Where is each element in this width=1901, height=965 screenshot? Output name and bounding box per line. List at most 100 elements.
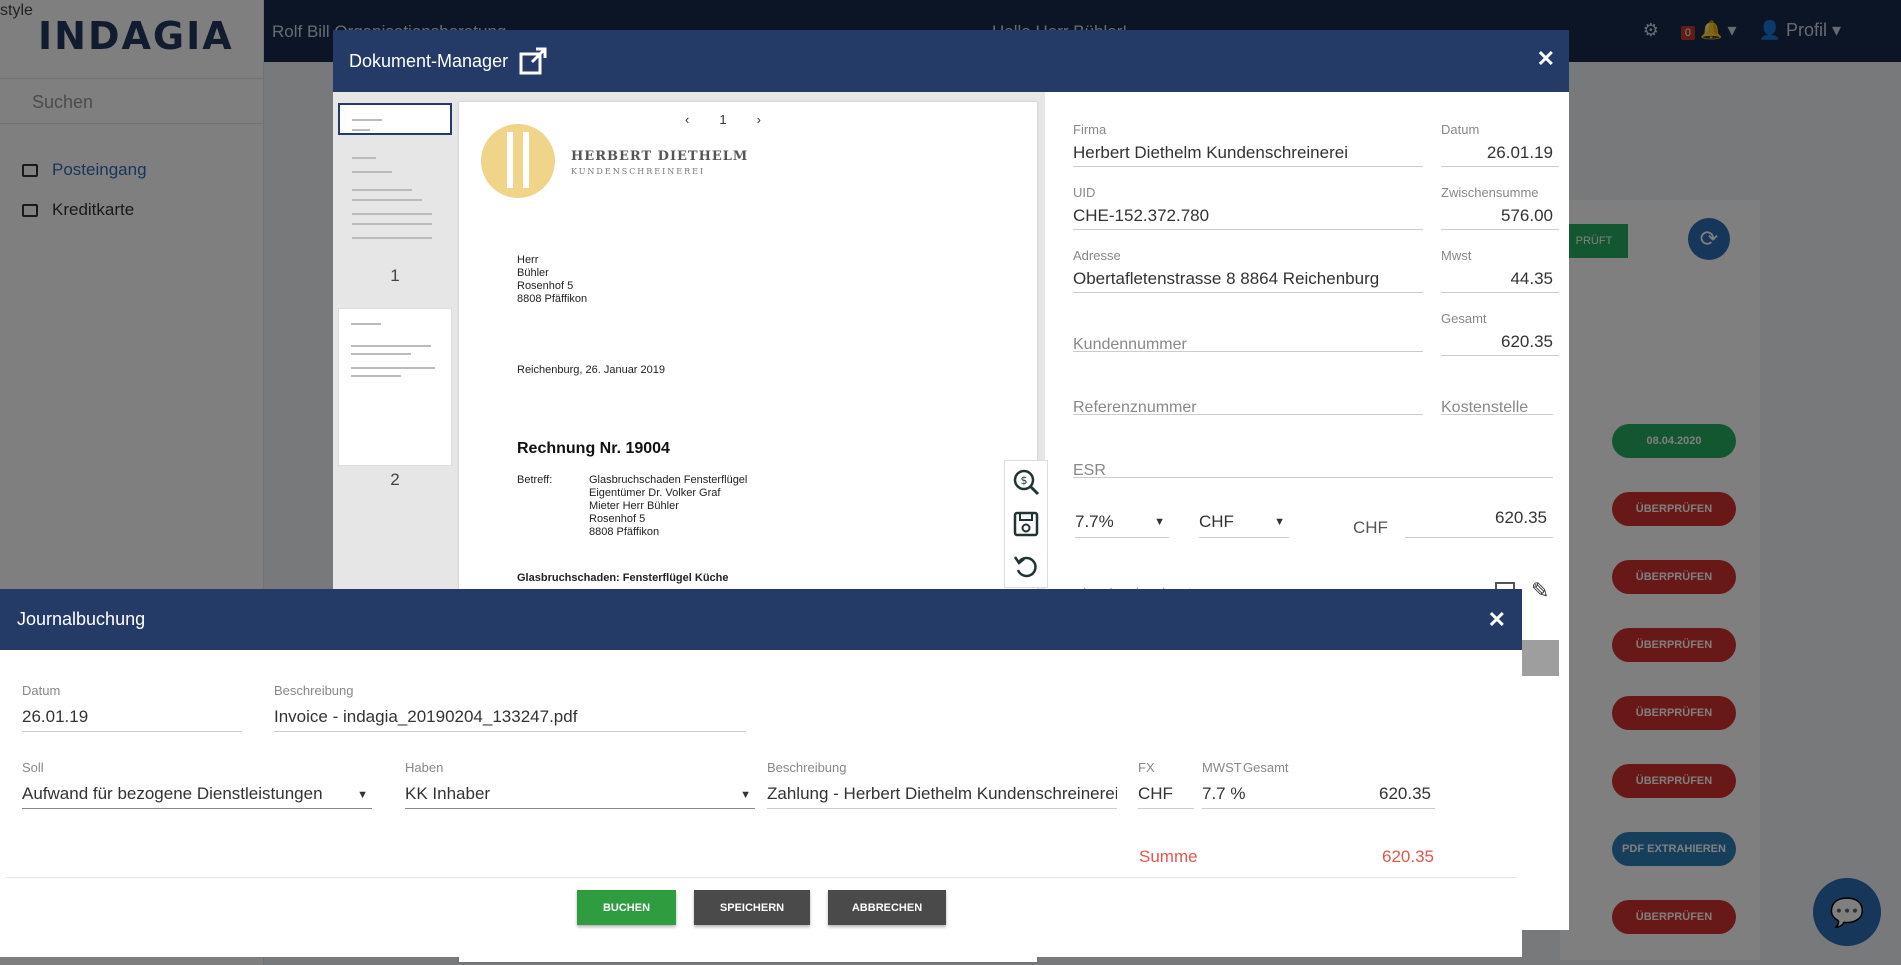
currency-value: CHF <box>1199 512 1234 531</box>
thumbnail-number: 2 <box>390 470 400 489</box>
mwst-field[interactable]: Mwst 44.35 <box>1441 248 1559 293</box>
kostenstelle-input[interactable]: Kostenstelle <box>1441 385 1553 416</box>
current-page: 1 <box>719 112 727 127</box>
currency-select[interactable]: CHF ▼ <box>1199 506 1289 538</box>
journalbuchung-header: Journalbuchung ✕ <box>0 589 1522 650</box>
field-label: Soll <box>22 760 44 775</box>
pencil-icon[interactable]: ✎ <box>1531 578 1549 604</box>
document-footer-line: Glasbruchschaden: Fensterflügel Küche <box>517 572 729 584</box>
journalbuchung-modal: Journalbuchung ✕ Datum 26.01.19 Beschrei… <box>0 589 1522 957</box>
modal-title: Journalbuchung <box>17 609 146 629</box>
abbrechen-button[interactable]: ABBRECHEN <box>828 890 946 925</box>
soll-value: Aufwand für bezogene Dienstleistungen <box>22 784 323 803</box>
esr-input[interactable]: ESR <box>1073 448 1553 479</box>
gesamt-field[interactable]: Gesamt 620.35 <box>1243 760 1435 809</box>
close-icon[interactable]: ✕ <box>1488 607 1506 633</box>
field-label: Beschreibung <box>767 760 847 775</box>
divider <box>6 877 1516 878</box>
beschreibung-field[interactable]: Beschreibung Zahlung - Herbert Diethelm … <box>767 760 1117 809</box>
modal-title: Dokument-Manager <box>349 50 509 71</box>
firma-field[interactable]: Firma Herbert Diethelm Kundenschreinerei <box>1073 122 1423 167</box>
thumbnail-number: 1 <box>390 266 400 285</box>
field-label: Haben <box>405 760 444 775</box>
kundennummer-field[interactable]: Kundennummer <box>1073 322 1423 353</box>
firma-input[interactable]: Herbert Diethelm Kundenschreinerei <box>1073 137 1423 167</box>
vat-rate-select[interactable]: 7.7% ▼ <box>1075 506 1169 538</box>
soll-select[interactable]: Aufwand für bezogene Dienstleistungen ▼ <box>22 775 372 809</box>
summe-value: 620.35 <box>1382 847 1434 866</box>
document-recipient: Herr Bühler Rosenhof 5 8808 Pfäffikon <box>517 254 588 305</box>
haben-select[interactable]: KK Inhaber ▼ <box>405 775 755 809</box>
haben-field[interactable]: Haben KK Inhaber ▼ <box>405 760 755 809</box>
external-link-icon[interactable] <box>518 46 548 76</box>
field-label: Beschreibung <box>274 683 354 698</box>
vat-rate-value: 7.7% <box>1075 512 1114 531</box>
uid-field[interactable]: UID CHE-152.372.780 <box>1073 185 1423 230</box>
datum-field[interactable]: Datum 26.01.19 <box>1441 122 1559 167</box>
haben-value: KK Inhaber <box>405 784 491 803</box>
field-label: Datum <box>22 683 61 698</box>
datum-input[interactable]: 26.01.19 <box>1441 137 1559 167</box>
company-logo-mark <box>507 132 529 188</box>
zwischensumme-input[interactable]: 576.00 <box>1441 200 1559 230</box>
invoice-title: Rechnung Nr. 19004 <box>517 440 670 457</box>
zwischensumme-field[interactable]: Zwischensumme 576.00 <box>1441 185 1559 230</box>
field-label: Mwst <box>1441 248 1472 263</box>
chevron-down-icon: ▼ <box>357 789 368 801</box>
field-label: Datum <box>1441 122 1480 137</box>
document-company-subtitle: KUNDENSCHREINEREI <box>571 167 706 176</box>
mwst-input[interactable]: 44.35 <box>1441 263 1559 293</box>
beschreibung-input[interactable]: Zahlung - Herbert Diethelm Kundenschrein… <box>767 775 1117 809</box>
undo-icon[interactable] <box>1012 552 1040 580</box>
save-icon[interactable] <box>1012 510 1040 538</box>
document-company-name: HERBERT DIETHELM <box>571 149 749 164</box>
page-navigation: ‹ 1 › <box>685 112 761 127</box>
datum-field[interactable]: Datum 26.01.19 <box>22 683 242 732</box>
esr-field[interactable]: ESR <box>1073 448 1553 479</box>
prev-page-button[interactable]: ‹ <box>685 112 689 127</box>
amount-field[interactable]: 620.35 <box>1405 502 1553 538</box>
page-thumbnail[interactable] <box>338 103 452 239</box>
field-label: Zwischensumme <box>1441 185 1539 200</box>
gesamt-field[interactable]: Gesamt 620.35 <box>1441 311 1559 356</box>
field-label: FX <box>1138 760 1155 775</box>
beschreibung-top-field[interactable]: Beschreibung Invoice - indagia_20190204_… <box>274 683 746 732</box>
referenznummer-field[interactable]: Referenznummer <box>1073 385 1423 416</box>
page-thumbnail[interactable] <box>338 308 452 466</box>
amount-currency-label: CHF <box>1353 518 1388 537</box>
document-betreff-label: Betreff: <box>517 474 553 486</box>
buchen-button[interactable]: BUCHEN <box>577 890 676 925</box>
fx-field[interactable]: FX CHF <box>1138 760 1194 809</box>
adresse-input[interactable]: Obertafletenstrasse 8 8864 Reichenburg <box>1073 263 1423 293</box>
adresse-field[interactable]: Adresse Obertafletenstrasse 8 8864 Reich… <box>1073 248 1423 293</box>
summe-label: Summe <box>1139 847 1198 866</box>
referenznummer-input[interactable]: Referenznummer <box>1073 385 1423 416</box>
gesamt-input[interactable]: 620.35 <box>1441 326 1559 356</box>
beschreibung-top-input[interactable]: Invoice - indagia_20190204_133247.pdf <box>274 698 746 732</box>
amount-input[interactable]: 620.35 <box>1405 502 1553 538</box>
speichern-button[interactable]: SPEICHERN <box>694 890 810 925</box>
zoom-money-icon[interactable]: $ <box>1012 468 1040 496</box>
gesamt-input[interactable]: 620.35 <box>1243 775 1435 809</box>
field-label: Firma <box>1073 122 1107 137</box>
document-manager-header: Dokument-Manager ✕ <box>333 30 1569 92</box>
field-label: Gesamt <box>1441 311 1487 326</box>
kostenstelle-field[interactable]: Kostenstelle <box>1441 385 1553 416</box>
datum-input[interactable]: 26.01.19 <box>22 698 242 732</box>
fx-input[interactable]: CHF <box>1138 775 1194 809</box>
document-tools: $ <box>1004 460 1048 588</box>
svg-text:$: $ <box>1021 474 1028 487</box>
kundennummer-input[interactable]: Kundennummer <box>1073 322 1423 353</box>
chevron-down-icon: ▼ <box>1274 516 1285 528</box>
field-label: UID <box>1073 185 1096 200</box>
chevron-down-icon: ▼ <box>1154 516 1165 528</box>
uid-input[interactable]: CHE-152.372.780 <box>1073 200 1423 230</box>
document-betreff-text: Glasbruchschaden Fensterflügel Eigentüme… <box>589 474 748 538</box>
close-icon[interactable]: ✕ <box>1537 46 1555 72</box>
next-page-button[interactable]: › <box>757 112 761 127</box>
chevron-down-icon: ▼ <box>740 789 751 801</box>
field-label: Adresse <box>1073 248 1121 263</box>
field-label: Gesamt <box>1243 760 1289 775</box>
document-place-date: Reichenburg, 26. Januar 2019 <box>517 364 665 376</box>
soll-field[interactable]: Soll Aufwand für bezogene Dienstleistung… <box>22 760 372 809</box>
